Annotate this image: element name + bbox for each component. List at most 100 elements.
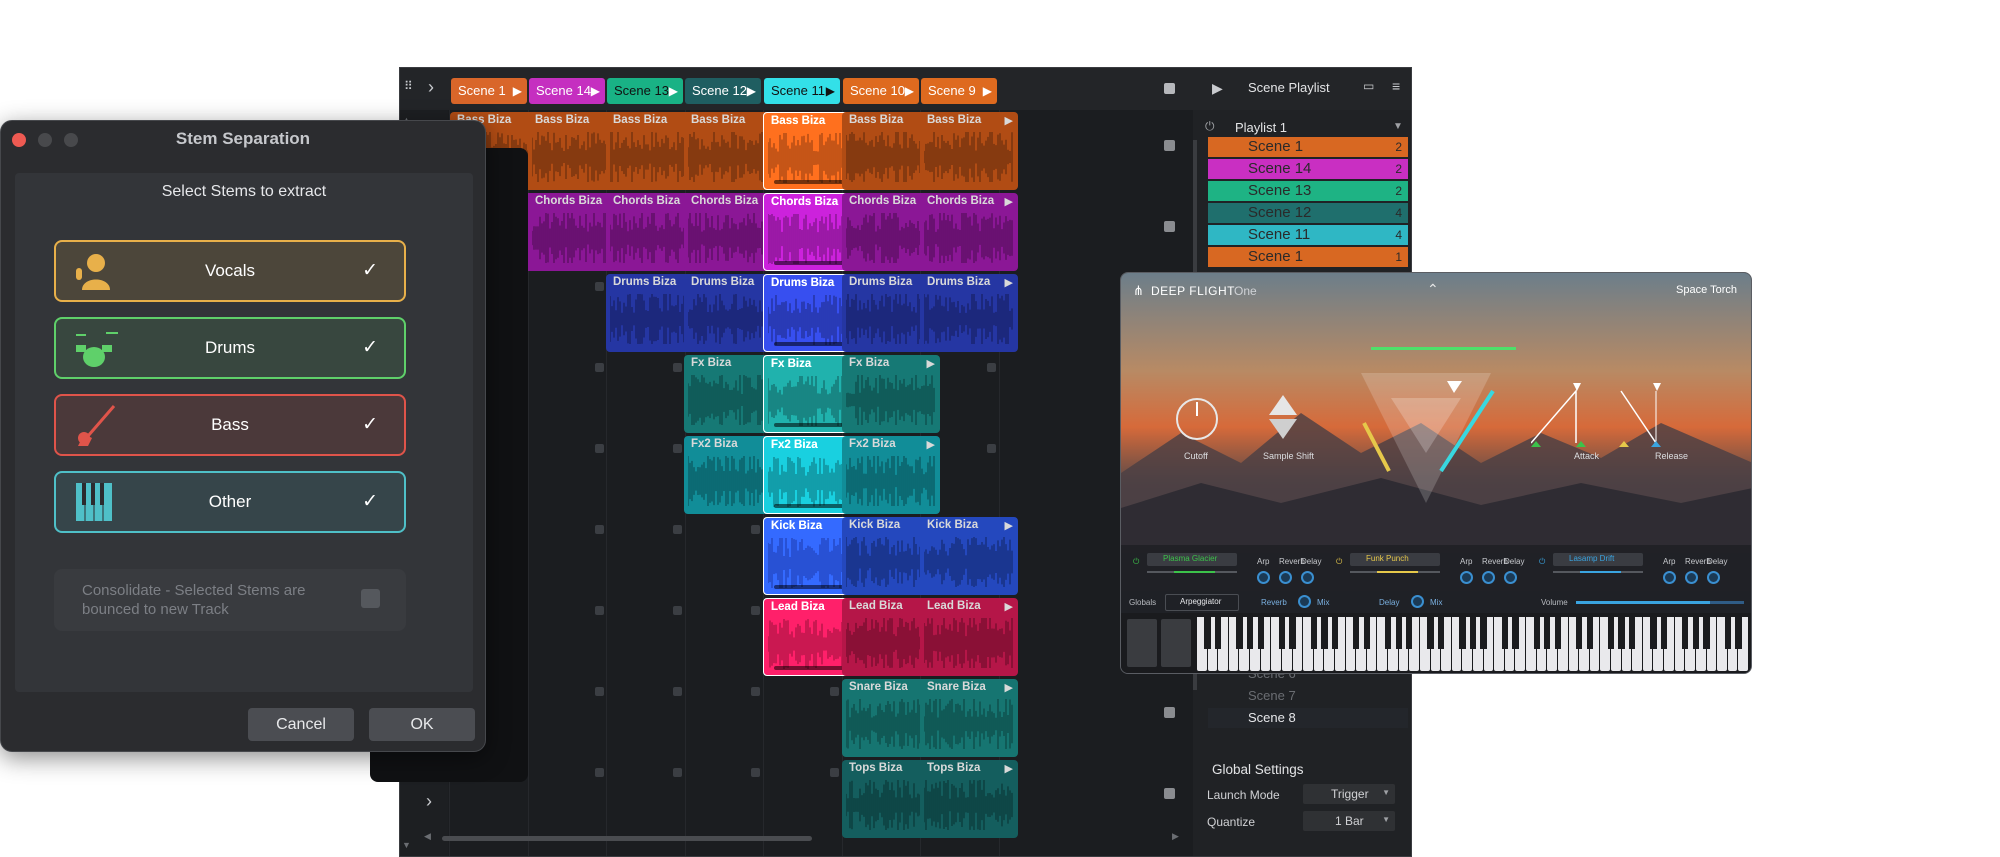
black-key[interactable] bbox=[1406, 617, 1413, 649]
black-key[interactable] bbox=[1735, 617, 1742, 649]
scene-header-2[interactable]: Scene 14 ▶ bbox=[529, 78, 605, 104]
empty-slot-stop[interactable] bbox=[673, 606, 682, 615]
empty-slot-stop[interactable] bbox=[830, 768, 839, 777]
consolidate-checkbox[interactable] bbox=[361, 589, 380, 608]
stop-all-button[interactable] bbox=[1164, 83, 1175, 94]
playlist-entry[interactable]: Scene 12 4 bbox=[1208, 203, 1408, 223]
scene-launch-icon[interactable]: ▶ bbox=[826, 78, 835, 104]
playlist-entry[interactable]: Scene 14 2 bbox=[1208, 159, 1408, 179]
black-key[interactable] bbox=[1384, 617, 1392, 649]
black-key[interactable] bbox=[1321, 617, 1328, 649]
playlist-name[interactable]: Playlist 1 bbox=[1235, 120, 1287, 135]
scroll-left-icon[interactable]: ◀ bbox=[424, 832, 431, 841]
layer-preset-select[interactable]: Funk Punch bbox=[1350, 553, 1440, 566]
black-key[interactable] bbox=[1236, 617, 1243, 649]
playlist-entry[interactable]: Scene 11 4 bbox=[1208, 225, 1408, 245]
empty-slot-stop[interactable] bbox=[751, 768, 760, 777]
scene-launch-icon[interactable]: ▶ bbox=[983, 78, 992, 104]
empty-slot-stop[interactable] bbox=[595, 363, 604, 372]
scroll-right-icon[interactable]: ▶ bbox=[1172, 832, 1179, 841]
layer-preset-select[interactable]: Lasamp Drift bbox=[1553, 553, 1643, 566]
sample-shift-lower[interactable] bbox=[1269, 419, 1297, 439]
volume-slider[interactable] bbox=[1576, 601, 1744, 604]
layer-reverb-knob[interactable] bbox=[1482, 571, 1495, 584]
empty-slot-stop[interactable] bbox=[673, 444, 682, 453]
black-key[interactable] bbox=[1575, 617, 1583, 649]
envelope-graph[interactable] bbox=[1531, 383, 1681, 453]
empty-slot-stop[interactable] bbox=[595, 444, 604, 453]
sample-shift-control[interactable] bbox=[1269, 395, 1297, 415]
playlist-scene-item[interactable]: Scene 8 bbox=[1208, 708, 1408, 728]
scene-header-4[interactable]: Scene 12 ▶ bbox=[685, 78, 761, 104]
empty-slot-stop[interactable] bbox=[595, 768, 604, 777]
layer-power-icon[interactable]: ⏻ bbox=[1539, 557, 1545, 567]
black-key[interactable] bbox=[1289, 617, 1296, 649]
layer-delay-knob[interactable] bbox=[1504, 571, 1517, 584]
checkmark-icon[interactable]: ✓ bbox=[362, 242, 378, 300]
playlist-view-icon[interactable]: ▭ bbox=[1363, 80, 1374, 92]
scene-launch-icon[interactable]: ▶ bbox=[513, 78, 522, 104]
row-stop-button[interactable] bbox=[1164, 707, 1175, 718]
clip-chords-biza[interactable]: Chords Biza ▶ bbox=[920, 193, 1018, 271]
clip-tops-biza[interactable]: Tops Biza ▶ bbox=[920, 760, 1018, 838]
black-key[interactable] bbox=[1437, 617, 1445, 649]
layer-power-icon[interactable]: ⏻ bbox=[1133, 557, 1139, 567]
scene-header-6[interactable]: Scene 10 ▶ bbox=[843, 78, 919, 104]
black-key[interactable] bbox=[1469, 617, 1477, 649]
layer-delay-knob[interactable] bbox=[1707, 571, 1720, 584]
playlist-entry[interactable]: Scene 1 2 bbox=[1208, 137, 1408, 157]
power-icon[interactable]: ⏻ bbox=[1205, 120, 1215, 132]
play-playlist-icon[interactable]: ▶ bbox=[1212, 81, 1223, 95]
row-stop-button[interactable] bbox=[1164, 140, 1175, 151]
scene-launch-icon[interactable]: ▶ bbox=[591, 78, 600, 104]
black-key[interactable] bbox=[1353, 617, 1360, 649]
empty-slot-stop[interactable] bbox=[751, 687, 760, 696]
scene-header-1[interactable]: Scene 1 ▶ bbox=[451, 78, 527, 104]
empty-slot-stop[interactable] bbox=[595, 606, 604, 615]
menu-icon[interactable]: ≡ bbox=[1392, 79, 1400, 93]
black-key[interactable] bbox=[1246, 617, 1254, 649]
empty-slot-stop[interactable] bbox=[987, 444, 996, 453]
stem-option-bass[interactable]: Bass ✓ bbox=[54, 394, 406, 456]
reverb-global-knob[interactable] bbox=[1298, 595, 1311, 608]
clip-play-icon[interactable]: ▶ bbox=[927, 438, 935, 451]
clip-fx2-biza[interactable]: Fx2 Biza ▶ bbox=[842, 436, 940, 514]
playlist-scene-item[interactable]: Scene 7 bbox=[1208, 686, 1408, 706]
scene-header-5[interactable]: Scene 11 ▶ bbox=[764, 78, 840, 104]
scene-launch-icon[interactable]: ▶ bbox=[669, 78, 678, 104]
empty-slot-stop[interactable] bbox=[673, 687, 682, 696]
empty-slot-stop[interactable] bbox=[673, 768, 682, 777]
clip-play-icon[interactable]: ▶ bbox=[1005, 681, 1013, 694]
row-stop-button[interactable] bbox=[1164, 221, 1175, 232]
empty-slot-stop[interactable] bbox=[987, 363, 996, 372]
stem-option-drums[interactable]: Drums ✓ bbox=[54, 317, 406, 379]
black-key[interactable] bbox=[1427, 617, 1434, 649]
expand-chevron-icon[interactable]: › bbox=[426, 792, 432, 810]
cutoff-knob[interactable] bbox=[1176, 398, 1218, 440]
delay-global-knob[interactable] bbox=[1411, 595, 1424, 608]
black-key[interactable] bbox=[1278, 617, 1286, 649]
checkmark-icon[interactable]: ✓ bbox=[362, 396, 378, 454]
layer-preset-select[interactable]: Plasma Glacier bbox=[1147, 553, 1237, 566]
playlist-dropdown-icon[interactable]: ▼ bbox=[1393, 122, 1403, 132]
black-key[interactable] bbox=[1692, 617, 1700, 649]
black-key[interactable] bbox=[1363, 617, 1371, 649]
piano-keyboard[interactable] bbox=[1121, 613, 1751, 673]
clip-snare-biza[interactable]: Snare Biza ▶ bbox=[920, 679, 1018, 757]
empty-slot-stop[interactable] bbox=[673, 525, 682, 534]
clip-play-icon[interactable]: ▶ bbox=[1005, 600, 1013, 613]
empty-slot-stop[interactable] bbox=[595, 525, 604, 534]
black-key[interactable] bbox=[1682, 617, 1689, 649]
black-key[interactable] bbox=[1660, 617, 1668, 649]
black-key[interactable] bbox=[1459, 617, 1466, 649]
empty-slot-stop[interactable] bbox=[751, 606, 760, 615]
ok-button[interactable]: OK bbox=[369, 708, 475, 741]
clip-kick-biza[interactable]: Kick Biza ▶ bbox=[920, 517, 1018, 595]
layer-arp-knob[interactable] bbox=[1663, 571, 1676, 584]
black-key[interactable] bbox=[1204, 617, 1211, 649]
scene-launch-icon[interactable]: ▶ bbox=[905, 78, 914, 104]
mod-wheel[interactable] bbox=[1161, 619, 1191, 667]
consolidate-option[interactable]: Consolidate - Selected Stems are bounced… bbox=[54, 569, 406, 631]
clip-play-icon[interactable]: ▶ bbox=[1005, 762, 1013, 775]
grid-icon[interactable]: ⠿ bbox=[404, 80, 413, 92]
